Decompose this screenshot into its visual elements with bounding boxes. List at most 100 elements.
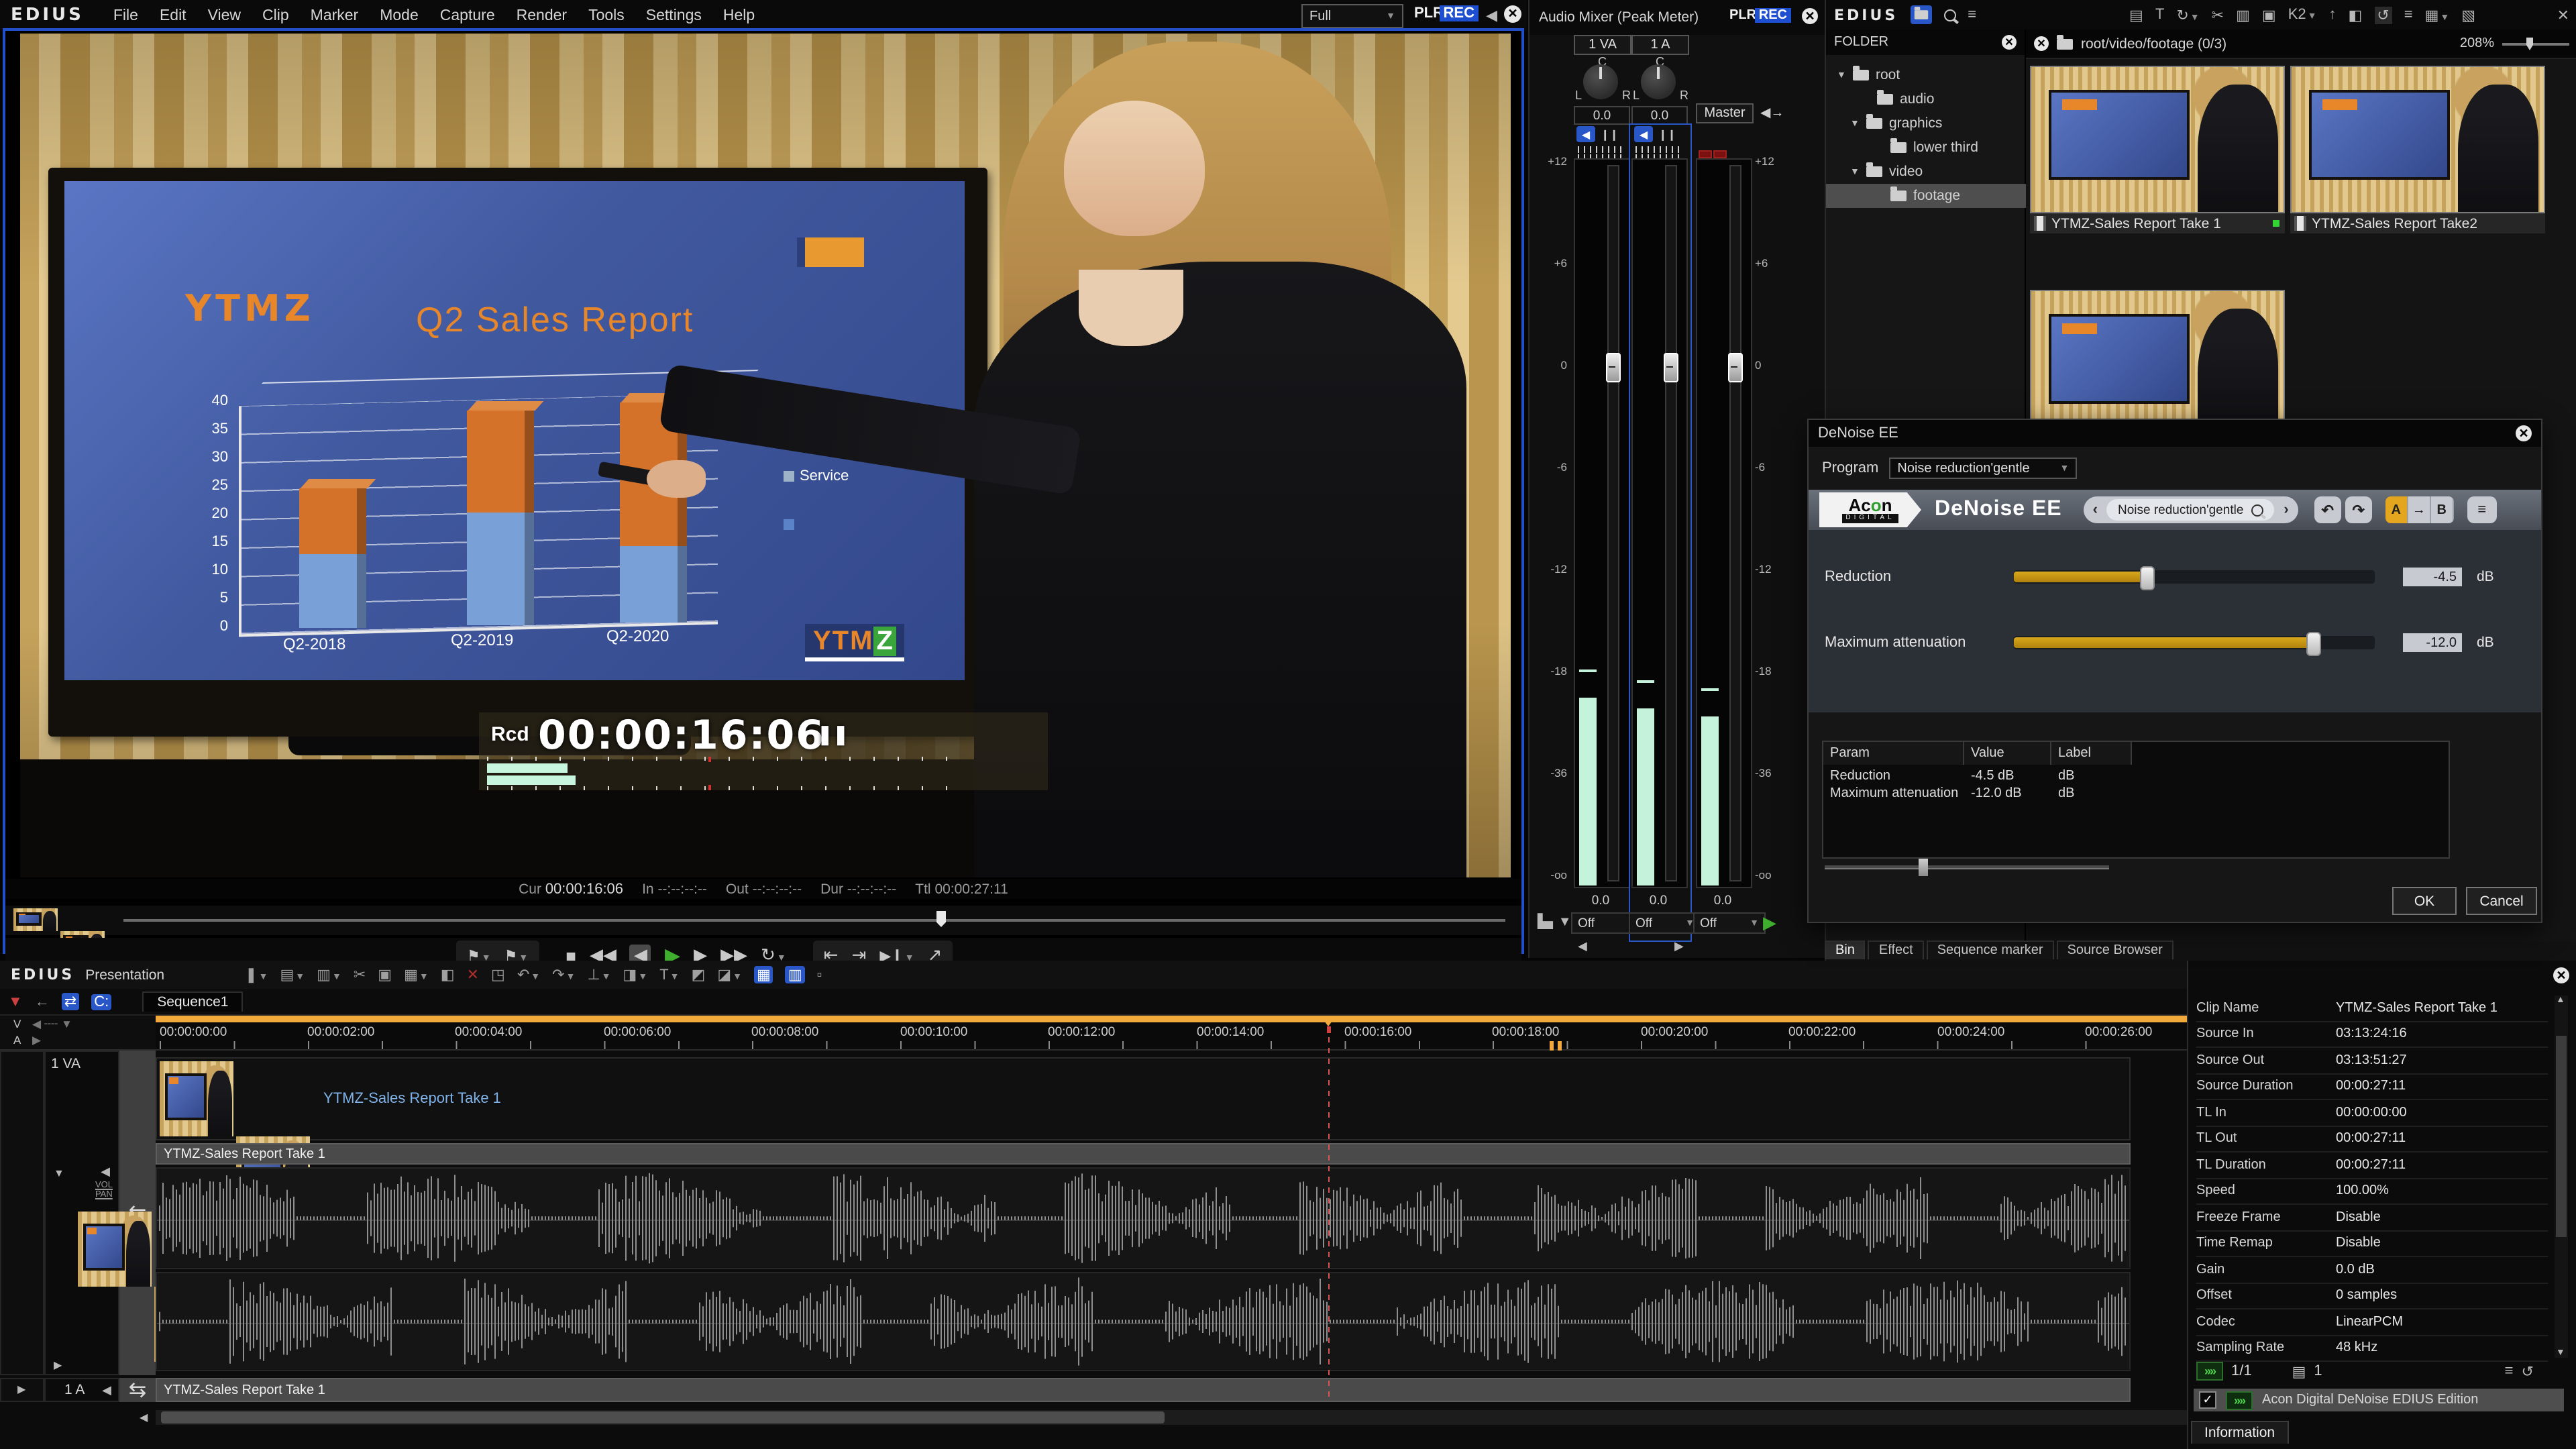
menu-tools[interactable]: Tools: [578, 7, 635, 23]
tl-save-icon[interactable]: ▥▼: [317, 966, 341, 983]
pan-knob-1a[interactable]: [1641, 64, 1676, 99]
waveform-left[interactable]: [156, 1167, 2131, 1269]
jump-icon[interactable]: ←: [35, 994, 50, 1010]
rec-toggle[interactable]: REC: [1440, 5, 1479, 21]
mixer-play-icon[interactable]: ▶: [1763, 912, 1776, 934]
output-select-master[interactable]: Off▼: [1693, 912, 1766, 934]
delete-effect-icon[interactable]: ↺: [2522, 1362, 2534, 1380]
scroll-down-icon[interactable]: ▼: [2556, 1348, 2565, 1358]
reduction-slider-handle[interactable]: [2140, 566, 2155, 590]
send-to-timeline-icon[interactable]: ↑: [2329, 7, 2337, 23]
mixer-close-icon[interactable]: ✕: [1802, 8, 1818, 24]
tree-item-audio[interactable]: audio: [1826, 87, 2059, 111]
denoise-title-bar[interactable]: DeNoise EE ✕: [1809, 420, 2541, 447]
tl-view-toggle-2[interactable]: ▥: [786, 966, 805, 983]
reduction-value[interactable]: -4.5: [2403, 568, 2462, 586]
meter-mode-icon[interactable]: ▙▖▼: [1538, 915, 1572, 930]
clip-card-take2[interactable]: YTMZ-Sales Report Take2: [2290, 66, 2545, 233]
a-audio-clip-label[interactable]: YTMZ-Sales Report Take 1: [156, 1378, 2131, 1402]
redo-button[interactable]: ↷: [2345, 496, 2372, 523]
open-folder-icon[interactable]: ▤: [2129, 6, 2143, 23]
menu-mode[interactable]: Mode: [369, 7, 429, 23]
strip-scroll-right[interactable]: ▶: [1674, 939, 1684, 954]
list-view-icon[interactable]: ≡: [2404, 7, 2413, 23]
waveform-right[interactable]: [156, 1272, 2131, 1371]
speaker-icon[interactable]: ◀: [1486, 7, 1497, 24]
tl-export-icon[interactable]: ◪▼: [717, 966, 742, 983]
effect-row-selected[interactable]: ✓ »» Acon Digital DeNoise EDIUS Edition: [2194, 1389, 2564, 1411]
thumbnail-view-icon[interactable]: ▦▼: [2425, 6, 2450, 23]
seek-track[interactable]: [123, 919, 1505, 922]
add-clip-icon[interactable]: ◧: [2349, 6, 2363, 23]
preset-prev-button[interactable]: ‹: [2089, 502, 2102, 518]
fader-slot[interactable]: [1729, 165, 1741, 881]
a-swap-column[interactable]: ⇆: [119, 1378, 156, 1402]
reduction-slider[interactable]: [2014, 570, 2375, 584]
refresh-icon[interactable]: ↻▼: [2176, 6, 2199, 23]
sync-icon[interactable]: ↺: [2374, 6, 2392, 23]
tl-delete-icon[interactable]: ✕: [467, 966, 479, 983]
output-select-1a[interactable]: Off▼: [1629, 912, 1701, 934]
preset-field[interactable]: Noise reduction'gentle: [2107, 499, 2274, 521]
clip-label[interactable]: YTMZ-Sales Report Take 1: [2030, 213, 2285, 233]
playhead-line[interactable]: [1328, 1016, 1330, 1402]
tl-title-icon[interactable]: T▼: [659, 967, 679, 983]
track-speaker-icon[interactable]: ◀: [101, 1165, 110, 1179]
timeline-hscrollbar[interactable]: ◀: [156, 1410, 2187, 1425]
menu-clip[interactable]: Clip: [252, 7, 300, 23]
bin-zoom-slider[interactable]: [2502, 42, 2569, 45]
tab-effect[interactable]: Effect: [1868, 941, 1924, 959]
tl-undo-icon[interactable]: ↶▼: [517, 966, 540, 983]
player-zoom-dropdown[interactable]: Full▼: [1301, 4, 1403, 28]
hamburger-icon[interactable]: ≡: [1968, 7, 1976, 23]
preset-next-button[interactable]: ›: [2279, 502, 2292, 518]
sequence-tab[interactable]: Sequence1: [142, 991, 243, 1012]
ok-button[interactable]: OK: [2392, 887, 2457, 915]
scroll-thumb[interactable]: [2556, 1036, 2567, 1237]
tl-cut-icon[interactable]: ✂: [354, 966, 366, 983]
folder-panel-close-icon[interactable]: ✕: [2002, 35, 2017, 50]
information-tab[interactable]: Information: [2191, 1421, 2288, 1444]
denoise-close-icon[interactable]: ✕: [2516, 425, 2532, 441]
tl-view-toggle-1[interactable]: ▦: [754, 966, 773, 983]
fader-mode-icon[interactable]: ❙❙: [1601, 129, 1619, 141]
tl-folder-icon[interactable]: ▤▼: [280, 966, 305, 983]
menu-settings[interactable]: Settings: [635, 7, 712, 23]
va-patch-column[interactable]: [0, 1051, 44, 1375]
cancel-button[interactable]: Cancel: [2466, 887, 2537, 915]
tl-mode-icon[interactable]: ◨▼: [623, 966, 648, 983]
link-mode-icon[interactable]: ⇄: [62, 993, 79, 1010]
sync-point-icon[interactable]: ▼: [8, 994, 23, 1010]
clip-thumbnail[interactable]: [2290, 66, 2545, 213]
clip-card-take1[interactable]: YTMZ-Sales Report Take 1: [2030, 66, 2285, 233]
paste-icon[interactable]: ▣: [2262, 6, 2276, 23]
fader-handle-1va[interactable]: [1606, 353, 1621, 382]
tab-sequence-marker[interactable]: Sequence marker: [1927, 941, 2054, 959]
va-audio-clip-label[interactable]: YTMZ-Sales Report Take 1: [156, 1143, 2131, 1165]
scroll-up-icon[interactable]: ▲: [2556, 996, 2565, 1005]
plugin-menu-button[interactable]: ≡: [2467, 496, 2497, 523]
clip-thumbnail[interactable]: [2030, 290, 2285, 437]
strip-scroll-left[interactable]: ◀: [1578, 939, 1587, 954]
menu-view[interactable]: View: [197, 7, 252, 23]
a-patch-column[interactable]: ▶: [0, 1378, 44, 1402]
a-track-header[interactable]: 1 A ◀: [44, 1378, 119, 1402]
sequence-marker[interactable]: [1558, 1041, 1562, 1051]
menu-help[interactable]: Help: [712, 7, 765, 23]
menu-marker[interactable]: Marker: [300, 7, 370, 23]
bin-up-icon[interactable]: ✕: [2034, 36, 2049, 51]
copy-icon[interactable]: ▥: [2236, 6, 2250, 23]
master-output-icon[interactable]: ◀→: [1760, 106, 1784, 121]
volpan-toggle[interactable]: VOLPAN: [95, 1181, 113, 1199]
clip-label[interactable]: YTMZ-Sales Report Take2: [2290, 213, 2545, 233]
mixer-rec-toggle[interactable]: REC: [1755, 8, 1791, 23]
ab-a-button[interactable]: A: [2385, 496, 2408, 523]
mixer-plr[interactable]: PLR: [1729, 8, 1756, 23]
scroll-left-icon[interactable]: ◀: [140, 1411, 148, 1424]
tree-item-graphics[interactable]: ▼graphics: [1826, 111, 2049, 136]
list-icon[interactable]: ≡: [2505, 1363, 2514, 1379]
track-speaker-icon[interactable]: ◀: [102, 1383, 111, 1398]
tl-ripple-icon[interactable]: ◧: [441, 966, 455, 983]
tl-paste-icon[interactable]: ▦▼: [404, 966, 429, 983]
info-scrollbar[interactable]: ▲ ▼: [2555, 996, 2568, 1358]
